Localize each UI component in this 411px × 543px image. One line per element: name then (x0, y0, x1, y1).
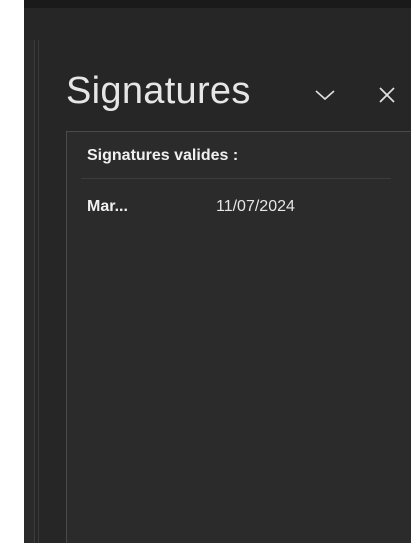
signature-date: 11/07/2024 (216, 198, 295, 215)
valid-signatures-heading: Signatures valides : (87, 147, 239, 164)
pane-divider[interactable] (38, 40, 39, 543)
close-icon (378, 86, 396, 104)
signatures-panel-body: Signatures valides : Mar... 11/07/2024 (66, 131, 411, 543)
title-strip (24, 0, 411, 8)
close-panel-button[interactable] (374, 82, 400, 108)
signatures-panel-header: Signatures (44, 60, 411, 130)
divider (81, 178, 391, 179)
collapse-panel-button[interactable] (312, 82, 338, 108)
panel-title: Signatures (66, 70, 251, 112)
chevron-down-icon (314, 88, 336, 102)
signature-name: Mar... (87, 198, 128, 215)
signature-row[interactable]: Mar... 11/07/2024 (67, 196, 411, 220)
app-window: Signatures Signatures valides : Mar... 1… (0, 0, 411, 543)
left-pane (24, 40, 35, 543)
